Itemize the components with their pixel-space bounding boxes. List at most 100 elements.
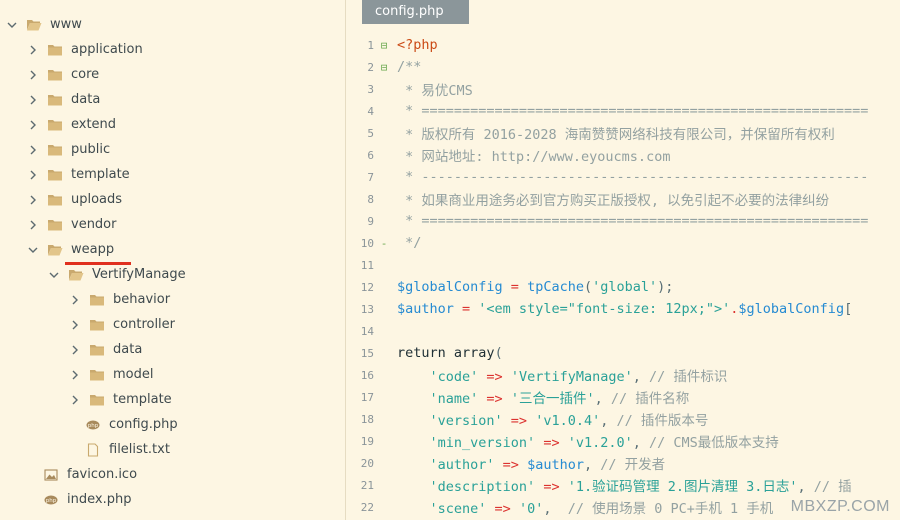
code-line[interactable]: 16 'code' => 'VertifyManage', // 插件标识 bbox=[346, 364, 728, 386]
folder-icon bbox=[47, 218, 63, 232]
tree-item-controller[interactable]: controller bbox=[0, 312, 345, 337]
code-line[interactable]: 2 ⊟ /** bbox=[346, 56, 421, 78]
code-token: // 插件名称 bbox=[610, 391, 690, 407]
chevron-right-icon[interactable] bbox=[27, 194, 39, 206]
chevron-down-icon[interactable] bbox=[6, 19, 18, 31]
code-line[interactable]: 11 bbox=[346, 254, 397, 276]
chevron-down-icon[interactable] bbox=[27, 244, 39, 256]
code-line[interactable]: 19 'min_version' => 'v1.2.0', // CMS最低版本… bbox=[346, 430, 779, 452]
code-line[interactable]: 21 'description' => '1.验证码管理 2.图片清理 3.日志… bbox=[346, 474, 852, 496]
code-token: 'v1.2.0' bbox=[567, 435, 633, 451]
tree-item-behavior[interactable]: behavior bbox=[0, 287, 345, 312]
tree-root-www[interactable]: www bbox=[0, 12, 345, 37]
folder-icon bbox=[89, 393, 105, 407]
tree-label: index.php bbox=[67, 492, 132, 507]
chevron-right-icon[interactable] bbox=[69, 294, 81, 306]
svg-text:php: php bbox=[88, 423, 99, 429]
code-token: // 使用场景 0 PC+手机 1 手机 bbox=[567, 501, 774, 517]
tab-config-php[interactable]: config.php bbox=[362, 0, 469, 24]
line-number: 12 bbox=[360, 280, 374, 294]
chevron-down-icon[interactable] bbox=[48, 269, 60, 281]
code-token: '<em style="font-size: 12px;">' bbox=[478, 301, 731, 317]
code-line[interactable]: 6 * 网站地址: http://www.eyoucms.com bbox=[346, 144, 670, 166]
code-token: ( bbox=[494, 345, 503, 361]
chevron-right-icon[interactable] bbox=[27, 219, 39, 231]
code-token: $author bbox=[397, 301, 454, 317]
chevron-right-icon[interactable] bbox=[69, 344, 81, 356]
fold-marker-icon[interactable]: ⊟ bbox=[378, 62, 390, 73]
code-line[interactable]: 7 * ------------------------------------… bbox=[346, 166, 868, 188]
chevron-right-icon[interactable] bbox=[69, 369, 81, 381]
code-token: => bbox=[535, 435, 568, 451]
tree-label: data bbox=[71, 92, 101, 107]
line-number: 11 bbox=[360, 258, 374, 272]
tree-item-template-sub[interactable]: template bbox=[0, 387, 345, 412]
code-text: /** bbox=[397, 59, 421, 75]
code-line[interactable]: 20 'author' => $author, // 开发者 bbox=[346, 452, 665, 474]
tree-item-application[interactable]: application bbox=[0, 37, 345, 62]
code-line[interactable]: 5 * 版权所有 2016-2028 海南赞赞网络科技有限公司，并保留所有权利 bbox=[346, 122, 834, 144]
code-line[interactable]: 14 bbox=[346, 320, 397, 342]
code-token: , bbox=[632, 369, 649, 385]
line-number: 6 bbox=[367, 148, 374, 162]
tree-item-vendor[interactable]: vendor bbox=[0, 212, 345, 237]
chevron-right-icon[interactable] bbox=[27, 144, 39, 156]
tree-item-vertifymanage[interactable]: VertifyManage bbox=[0, 262, 345, 287]
tree-item-favicon-ico[interactable]: favicon.ico bbox=[0, 462, 345, 487]
code-text: 'scene' => '0', // 使用场景 0 PC+手机 1 手机 bbox=[397, 497, 774, 517]
code-token: ); bbox=[657, 279, 674, 295]
code-line[interactable]: 15 return array( bbox=[346, 342, 503, 364]
chevron-right-icon[interactable] bbox=[27, 69, 39, 81]
code-token: // 插 bbox=[813, 479, 852, 495]
chevron-right-icon[interactable] bbox=[69, 394, 81, 406]
tree-item-weapp[interactable]: weapp bbox=[0, 237, 345, 262]
code-line[interactable]: 3 * 易优CMS bbox=[346, 78, 473, 100]
code-line[interactable]: 9 * ====================================… bbox=[346, 210, 868, 232]
fold-marker-icon: - bbox=[380, 236, 388, 250]
tree-item-model[interactable]: model bbox=[0, 362, 345, 387]
fold-marker-icon[interactable]: ⊟ bbox=[378, 40, 390, 51]
chevron-right-icon[interactable] bbox=[69, 319, 81, 331]
code-line[interactable]: 13 $author = '<em style="font-size: 12px;… bbox=[346, 298, 852, 320]
code-text: * 如果商业用途务必到官方购买正版授权, 以免引起不必要的法律纠纷 bbox=[397, 189, 829, 209]
code-line[interactable]: 10- */ bbox=[346, 232, 422, 254]
red-underline-annotation bbox=[65, 262, 131, 265]
chevron-right-icon[interactable] bbox=[27, 44, 39, 56]
chevron-right-icon[interactable] bbox=[27, 119, 39, 131]
folder-icon bbox=[47, 68, 63, 82]
code-line[interactable]: 17 'name' => '三合一插件', // 插件名称 bbox=[346, 386, 689, 408]
line-number: 4 bbox=[367, 104, 374, 118]
folder-icon bbox=[89, 318, 105, 332]
tree-label: application bbox=[71, 42, 143, 57]
code-line[interactable]: 1 ⊟ <?php bbox=[346, 34, 437, 56]
tree-label: VertifyManage bbox=[92, 267, 186, 282]
code-text: */ bbox=[397, 235, 421, 251]
tree-label: filelist.txt bbox=[109, 442, 170, 457]
tree-item-filelist-txt[interactable]: filelist.txt bbox=[0, 437, 345, 462]
code-text: * 易优CMS bbox=[397, 79, 473, 99]
chevron-right-icon[interactable] bbox=[27, 94, 39, 106]
tree-item-index-php[interactable]: php index.php bbox=[0, 487, 345, 512]
code-token: '三合一插件' bbox=[510, 391, 595, 407]
code-token: /** bbox=[397, 59, 422, 75]
code-line[interactable]: 12 $globalConfig = tpCache('global'); bbox=[346, 276, 674, 298]
tree-item-public[interactable]: public bbox=[0, 137, 345, 162]
tree-item-template[interactable]: template bbox=[0, 162, 345, 187]
tree-item-data-sub[interactable]: data bbox=[0, 337, 345, 362]
tree-item-uploads[interactable]: uploads bbox=[0, 187, 345, 212]
php-file-icon: php bbox=[86, 418, 100, 432]
code-token: => bbox=[478, 369, 511, 385]
code-text: 'version' => 'v1.0.4', // 插件版本号 bbox=[397, 409, 709, 429]
tree-item-extend[interactable]: extend bbox=[0, 112, 345, 137]
code-line[interactable]: 22 'scene' => '0', // 使用场景 0 PC+手机 1 手机 bbox=[346, 496, 774, 518]
code-line[interactable]: 18 'version' => 'v1.0.4', // 插件版本号 bbox=[346, 408, 709, 430]
chevron-right-icon[interactable] bbox=[27, 169, 39, 181]
tree-item-data[interactable]: data bbox=[0, 87, 345, 112]
code-line[interactable]: 8 * 如果商业用途务必到官方购买正版授权, 以免引起不必要的法律纠纷 bbox=[346, 188, 829, 210]
tree-item-config-php[interactable]: php config.php bbox=[0, 412, 345, 437]
code-text: 'name' => '三合一插件', // 插件名称 bbox=[397, 387, 690, 407]
tree-item-core[interactable]: core bbox=[0, 62, 345, 87]
code-line[interactable]: 4 * ====================================… bbox=[346, 100, 868, 122]
code-text: $author = '<em style="font-size: 12px;">… bbox=[397, 301, 852, 317]
